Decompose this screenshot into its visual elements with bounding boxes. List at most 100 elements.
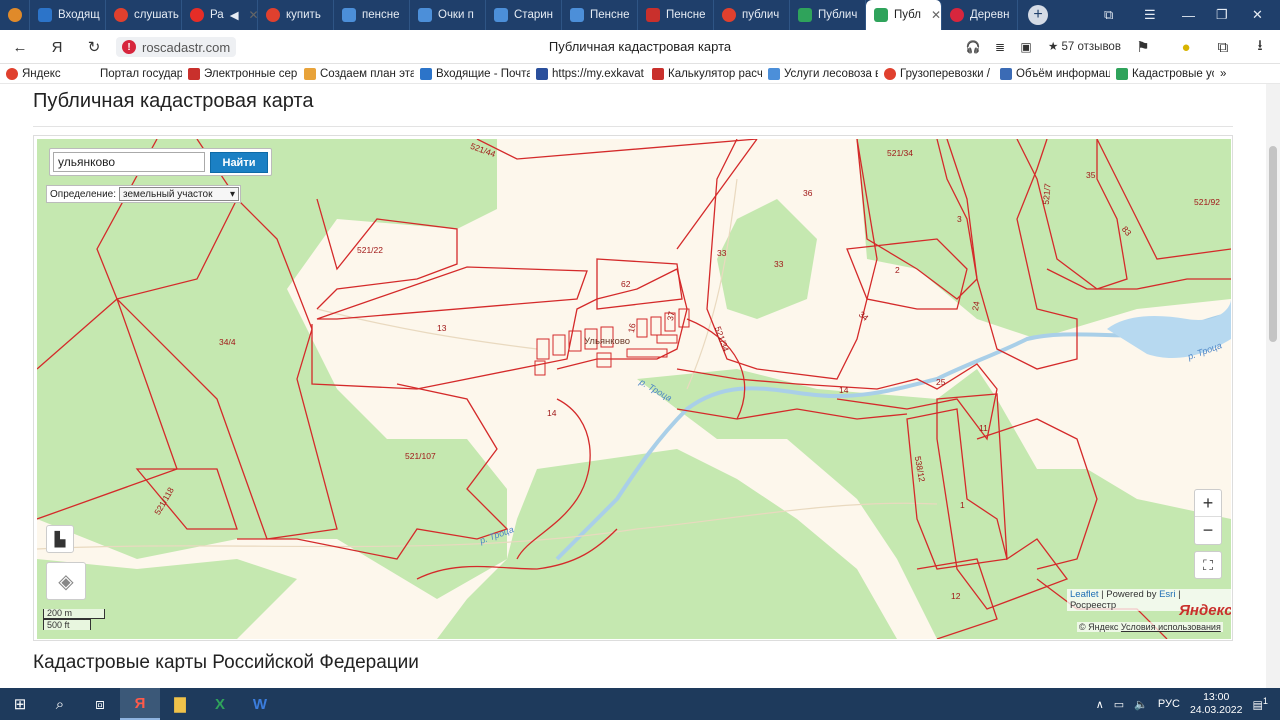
map-canvas[interactable]: [37, 139, 1231, 639]
scrollbar[interactable]: [1266, 84, 1280, 688]
leaflet-link[interactable]: Leaflet: [1070, 589, 1099, 600]
extension-icon[interactable]: ●: [1176, 37, 1196, 57]
clock[interactable]: 13:00 24.03.2022: [1190, 691, 1243, 717]
fullscreen-button[interactable]: ⛶: [1194, 551, 1222, 579]
volume-icon[interactable]: 🔈: [1134, 698, 1148, 711]
new-tab-button[interactable]: +: [1028, 5, 1048, 25]
tab[interactable]: Ра ◀ ✕: [182, 0, 258, 30]
bookmark-item[interactable]: Объём информац: [994, 67, 1110, 80]
search-button[interactable]: Найти: [210, 152, 268, 173]
network-icon[interactable]: ▭: [1114, 698, 1124, 711]
parcel-label[interactable]: 521/107: [405, 451, 436, 461]
parcel-label[interactable]: 34/4: [219, 337, 236, 347]
bookmark-item[interactable]: Портал государст: [78, 67, 182, 80]
esri-link[interactable]: Esri: [1159, 589, 1175, 600]
tab[interactable]: пенсне: [334, 0, 410, 30]
excel-icon[interactable]: X: [200, 688, 240, 720]
tab[interactable]: Пенсне: [638, 0, 714, 30]
parcel-label[interactable]: 14: [547, 408, 556, 418]
parcel-label[interactable]: 36: [803, 188, 812, 198]
parcel-label[interactable]: 521/34: [887, 148, 913, 158]
layers-button[interactable]: ◈: [46, 562, 86, 600]
parcel-label[interactable]: 62: [621, 279, 630, 289]
parcel-label[interactable]: 33: [774, 259, 783, 269]
parcel-label[interactable]: 521/22: [357, 245, 383, 255]
bookmark-item[interactable]: Создаем план эта: [298, 67, 414, 80]
url-field[interactable]: ! roscadastr.com: [116, 37, 237, 57]
cadastral-map[interactable]: 521/44 521/34 36 35 521/7 521/92 3 83 52…: [37, 139, 1231, 639]
parcel-label[interactable]: 1: [960, 500, 965, 510]
tab[interactable]: Пенсне: [562, 0, 638, 30]
bookmark-item[interactable]: Яндекс: [0, 67, 78, 80]
bookmark-item[interactable]: Кадастровые ус: [1110, 67, 1214, 80]
speaker-icon[interactable]: ◀: [230, 8, 239, 22]
terms-link[interactable]: Условия использования: [1121, 622, 1221, 632]
tabs-icon[interactable]: ⧉: [1104, 0, 1113, 30]
word-icon[interactable]: W: [240, 688, 280, 720]
bookmark-item[interactable]: https://my.exkavat: [530, 67, 646, 80]
scrollbar-thumb[interactable]: [1269, 146, 1277, 342]
tab[interactable]: купить: [258, 0, 334, 30]
tab[interactable]: слушать: [106, 0, 182, 30]
language-indicator[interactable]: РУС: [1158, 698, 1180, 710]
tab-active[interactable]: Публ ✕: [866, 0, 942, 30]
tab[interactable]: Входящ: [30, 0, 106, 30]
task-view-icon[interactable]: ⧈: [80, 688, 120, 720]
bookmark-icon[interactable]: ⚑: [1133, 37, 1153, 57]
search-input[interactable]: [53, 152, 205, 172]
close-window-icon[interactable]: ✕: [1252, 0, 1263, 30]
parcel-label[interactable]: 35: [1086, 170, 1095, 180]
search-icon[interactable]: ⌕: [40, 688, 80, 720]
bookmark-item[interactable]: Грузоперевозки /: [878, 67, 994, 80]
zoom-in-button[interactable]: +: [1195, 490, 1221, 517]
parcel-label[interactable]: 2: [895, 265, 900, 275]
parcel-label[interactable]: 16: [626, 322, 637, 333]
bookmark-item[interactable]: Калькулятор расч: [646, 67, 762, 80]
parcel-label[interactable]: 12: [951, 591, 960, 601]
bookmark-item[interactable]: Услуги лесовоза в: [762, 67, 878, 80]
parcel-label[interactable]: 521/7: [1041, 183, 1053, 205]
menu-icon[interactable]: ☰: [1144, 0, 1156, 30]
parcel-label[interactable]: 11: [979, 423, 988, 433]
parcel-label[interactable]: 14: [839, 385, 848, 395]
parcel-label[interactable]: 33: [717, 248, 726, 258]
tab-sun[interactable]: [0, 0, 30, 30]
parcel-label[interactable]: 25: [936, 377, 945, 387]
notifications-icon[interactable]: ▤1: [1253, 696, 1269, 712]
yandex-browser-icon[interactable]: Я: [120, 688, 160, 720]
reload-icon[interactable]: ↻: [84, 37, 104, 57]
warning-icon[interactable]: !: [122, 40, 136, 54]
definition-select[interactable]: земельный участок ▾: [119, 187, 240, 201]
close-icon[interactable]: ✕: [249, 8, 257, 22]
tab[interactable]: публич: [714, 0, 790, 30]
tab[interactable]: Деревн: [942, 0, 1018, 30]
minimize-icon[interactable]: —: [1182, 0, 1195, 30]
file-explorer-icon[interactable]: ▇: [160, 688, 200, 720]
reader-icon[interactable]: ≣: [990, 37, 1010, 57]
parcel-label[interactable]: 24: [970, 300, 981, 311]
parcel-label[interactable]: 3: [957, 214, 962, 224]
parcel-label[interactable]: 37: [665, 310, 676, 321]
tab[interactable]: Старин: [486, 0, 562, 30]
parcel-label[interactable]: 13: [437, 323, 446, 333]
tray-arrow-icon[interactable]: ∧: [1096, 698, 1104, 711]
reviews-badge[interactable]: ★ 57 отзывов: [1048, 39, 1121, 53]
close-icon[interactable]: ✕: [931, 8, 941, 22]
restore-icon[interactable]: ❐: [1216, 0, 1228, 30]
back-icon[interactable]: ←: [10, 37, 30, 57]
zoom-out-button[interactable]: −: [1195, 517, 1221, 544]
tab[interactable]: Публич: [790, 0, 866, 30]
bookmark-item[interactable]: Входящие - Почта: [414, 67, 530, 80]
bookmarks-more-icon[interactable]: »: [1214, 68, 1254, 80]
bookmark-item[interactable]: Электронные сер: [182, 67, 298, 80]
tab[interactable]: Очки п: [410, 0, 486, 30]
yandex-logo[interactable]: Яндекс: [1179, 602, 1231, 619]
download-icon[interactable]: ⭳: [1250, 37, 1270, 57]
protect-icon[interactable]: ▣: [1016, 37, 1036, 57]
map-mode-button[interactable]: ▙: [46, 525, 74, 553]
parcel-label[interactable]: 521/92: [1194, 197, 1220, 207]
headphones-icon[interactable]: 🎧: [963, 37, 983, 57]
yandex-button-icon[interactable]: Я: [47, 37, 67, 57]
windows-start-icon[interactable]: ⊞: [0, 688, 40, 720]
extensions-icon[interactable]: ⧉: [1213, 37, 1233, 57]
